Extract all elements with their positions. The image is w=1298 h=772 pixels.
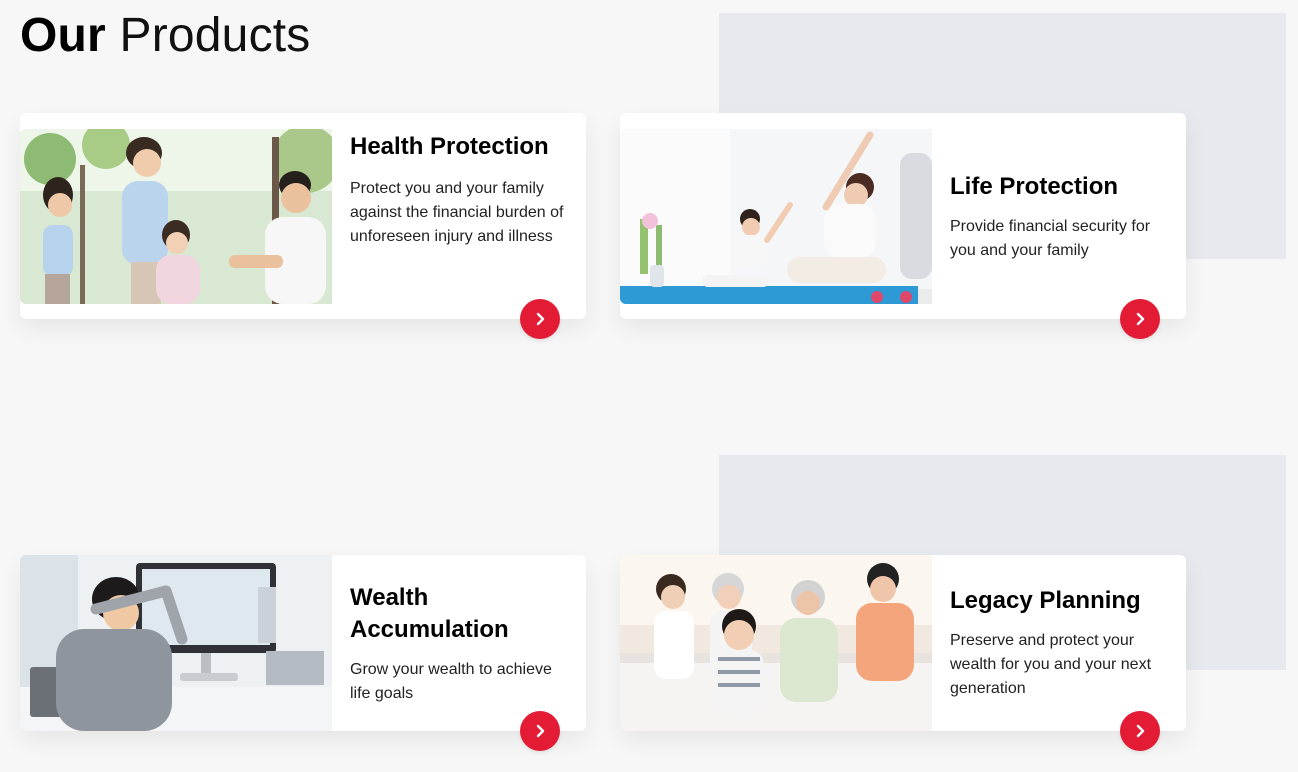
open-product-button[interactable] xyxy=(520,299,560,339)
product-description: Preserve and protect your wealth for you… xyxy=(950,632,1152,697)
product-card-health-protection[interactable]: Health Protection Protect you and your f… xyxy=(20,113,586,339)
product-title: Health Protection xyxy=(350,133,549,160)
open-product-button[interactable] xyxy=(1120,711,1160,751)
product-title: Legacy Planning xyxy=(950,587,1141,614)
multi-generation-family-photo xyxy=(620,555,932,731)
product-content: Legacy Planning Preserve and protect you… xyxy=(950,585,1164,701)
page-title-strong: Our xyxy=(20,9,106,62)
mother-daughter-yoga-photo xyxy=(620,129,932,304)
chevron-right-icon xyxy=(536,312,545,326)
relaxed-man-at-desk-photo xyxy=(20,555,332,731)
product-title: Wealth Accumulation xyxy=(350,584,509,643)
product-card-legacy-planning[interactable]: Legacy Planning Preserve and protect you… xyxy=(620,555,1186,751)
open-product-button[interactable] xyxy=(520,711,560,751)
chevron-right-icon xyxy=(1136,312,1145,326)
product-title: Life Protection xyxy=(950,173,1119,200)
open-product-button[interactable] xyxy=(1120,299,1160,339)
page-title: Our Products xyxy=(20,8,311,64)
product-content: Wealth Accumulation Grow your wealth to … xyxy=(350,582,564,706)
product-description: Protect you and your family against the … xyxy=(350,180,564,245)
product-description: Provide financial security for you and y… xyxy=(950,218,1151,259)
family-outdoor-photo xyxy=(20,129,332,304)
product-card-wealth-accumulation[interactable]: Wealth Accumulation Grow your wealth to … xyxy=(20,555,586,751)
product-content: Life Protection Provide financial securi… xyxy=(950,171,1164,263)
chevron-right-icon xyxy=(1136,724,1145,738)
page-title-light: Products xyxy=(119,9,311,62)
product-description: Grow your wealth to achieve life goals xyxy=(350,661,552,702)
chevron-right-icon xyxy=(536,724,545,738)
product-card-life-protection[interactable]: Life Protection Provide financial securi… xyxy=(620,113,1186,339)
product-content: Health Protection Protect you and your f… xyxy=(350,131,564,249)
